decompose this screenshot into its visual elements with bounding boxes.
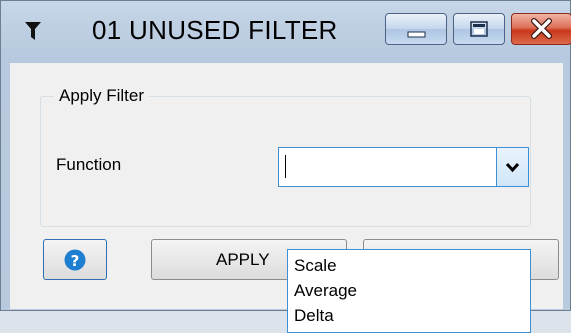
dialog-client-area: Apply Filter Function ? APPLY Scale Aver… <box>10 63 563 333</box>
maximize-icon <box>470 21 488 37</box>
minimize-icon <box>407 31 426 38</box>
window-title: 01 UNUSED FILTER <box>92 15 338 45</box>
close-button[interactable] <box>511 13 571 45</box>
function-dropdown-list: Scale Average Delta <box>287 249 531 333</box>
title-bar[interactable]: 01 UNUSED FILTER <box>1 1 571 63</box>
dropdown-button[interactable] <box>496 148 528 186</box>
apply-button-label: APPLY <box>216 250 270 269</box>
help-button[interactable]: ? <box>43 239 107 280</box>
function-combobox[interactable] <box>278 147 529 187</box>
close-icon <box>531 18 552 39</box>
group-label: Apply Filter <box>54 86 150 106</box>
maximize-button[interactable] <box>453 13 505 45</box>
text-caret <box>285 155 286 178</box>
question-icon: ? <box>64 249 86 271</box>
minimize-button[interactable] <box>385 13 447 45</box>
funnel-icon <box>25 22 41 40</box>
function-label: Function <box>56 155 122 174</box>
option-average[interactable]: Average <box>294 281 357 301</box>
option-scale[interactable]: Scale <box>294 256 337 276</box>
chevron-down-icon <box>505 162 520 173</box>
window: 01 UNUSED FILTER Apply Filter Function ?… <box>0 0 571 333</box>
svg-text:?: ? <box>71 252 80 270</box>
option-delta[interactable]: Delta <box>294 306 334 326</box>
